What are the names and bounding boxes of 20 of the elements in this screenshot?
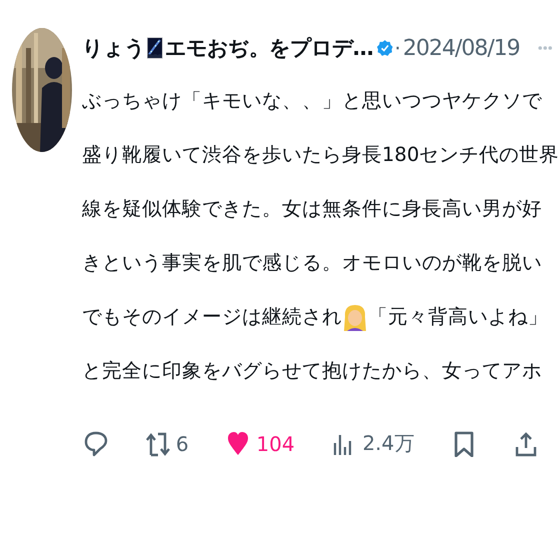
bookmark-icon[interactable] — [452, 430, 476, 456]
post-text: でもそのイメージは継続され — [82, 304, 342, 330]
retweet-icon[interactable] — [146, 430, 170, 456]
share-icon[interactable] — [514, 430, 538, 456]
reply-icon[interactable] — [84, 430, 108, 456]
post-date[interactable]: 2024/08/19 — [402, 36, 520, 60]
count-label: 2.4万 — [362, 430, 414, 457]
blond-figure-icon — [342, 303, 368, 331]
heart-icon[interactable] — [226, 430, 250, 456]
display-name: りょう — [82, 35, 145, 62]
post-text: 線を疑似体験できた。女は無条件に身長高い男が好 — [82, 196, 542, 222]
post-text: 盛り靴履いて渋谷を歩いたら身長180センチ代の世界 — [82, 142, 560, 168]
post-text: ぶっちゃけ「キモいな、、」と思いつつヤケクソで — [82, 88, 542, 114]
separator: · — [394, 36, 401, 60]
display-name: エモおぢ。をプロデ… — [164, 35, 373, 62]
count-label: 6 — [176, 432, 189, 456]
post-text: きという事実を肌で感じる。オモロいのが靴を脱い — [82, 250, 542, 276]
count-label: 104 — [256, 432, 295, 456]
post-text: と完全に印象をバグらせて抱けたから、女ってアホ — [82, 358, 542, 384]
post-text: 「元々背高いよね」 — [368, 304, 548, 330]
